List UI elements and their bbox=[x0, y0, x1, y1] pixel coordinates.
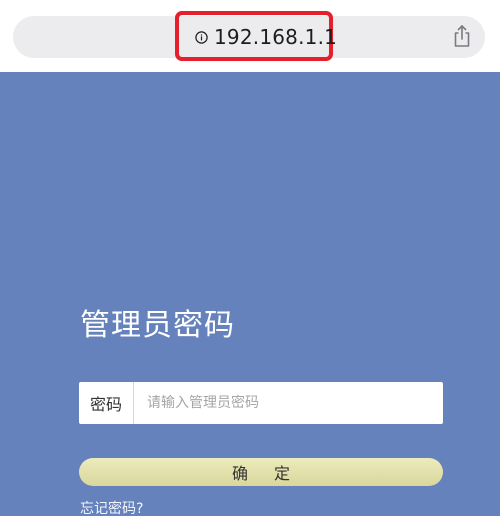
browser-toolbar: 192.168.1.1 bbox=[0, 0, 500, 72]
info-circle-icon[interactable] bbox=[194, 30, 208, 44]
password-label: 密码 bbox=[79, 382, 134, 424]
url-display[interactable]: 192.168.1.1 bbox=[194, 23, 337, 51]
page-title: 管理员密码 bbox=[80, 308, 235, 343]
password-field: 密码 bbox=[79, 382, 443, 424]
share-icon[interactable] bbox=[452, 24, 472, 48]
forgot-password-link[interactable]: 忘记密码? bbox=[80, 500, 143, 516]
url-text: 192.168.1.1 bbox=[214, 25, 338, 49]
password-input[interactable] bbox=[134, 383, 443, 423]
confirm-button[interactable]: 确定 bbox=[79, 458, 443, 486]
router-login-page: 192.168.1.1 管理员密码 密码 确定 忘记密码? bbox=[0, 0, 500, 516]
